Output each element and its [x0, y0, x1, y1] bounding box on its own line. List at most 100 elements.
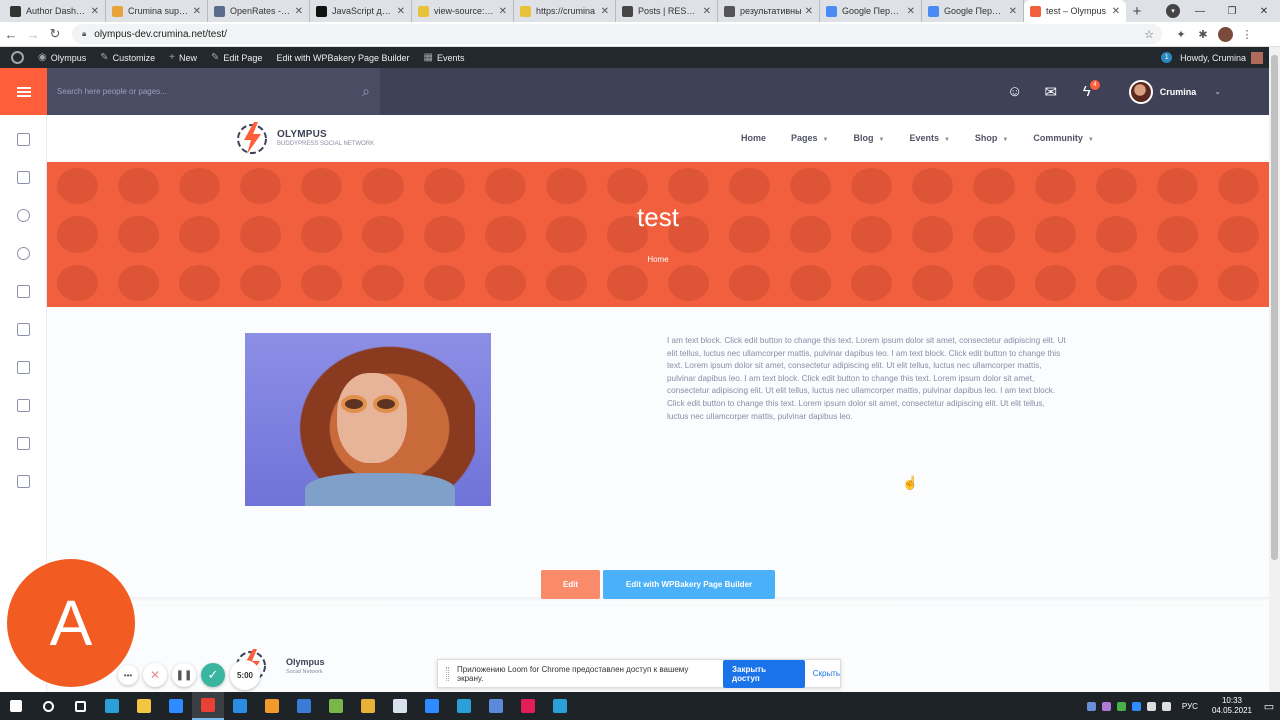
nav-item-events[interactable]: Events ▼ [909, 133, 949, 143]
tab-close-icon[interactable]: ✕ [907, 6, 915, 17]
search-icon[interactable]: ⌕ [362, 83, 370, 100]
browser-tab[interactable]: результативны ✕ [718, 0, 820, 22]
howdy-user[interactable]: Howdy, Crumina [1180, 53, 1246, 63]
tab-close-icon[interactable]: ✕ [295, 6, 303, 17]
loom-camera-bubble[interactable]: A [7, 559, 135, 687]
network-icon[interactable] [1146, 701, 1156, 711]
taskbar-save-icon[interactable] [288, 692, 320, 720]
nav-item-community[interactable]: Community ▼ [1033, 133, 1093, 143]
tray-app-icon[interactable] [1116, 701, 1126, 711]
taskbar-vscode-icon[interactable] [224, 692, 256, 720]
members-icon[interactable] [17, 247, 30, 260]
wp-customize[interactable]: ✎ Customize [93, 47, 162, 68]
page-scrollbar[interactable] [1269, 47, 1280, 692]
taskbar-zoom-2-icon[interactable] [416, 692, 448, 720]
notifications-icon[interactable]: ϟ4 [1069, 68, 1105, 115]
taskbar-zoom-icon[interactable] [160, 692, 192, 720]
nav-item-home[interactable]: Home [741, 133, 766, 143]
messages-icon[interactable]: ✉ [1033, 68, 1069, 115]
wp-site-name[interactable]: ◉ Olympus [31, 47, 93, 68]
action-center-icon[interactable]: ▭ [1258, 692, 1280, 720]
tab-close-icon[interactable]: ✕ [91, 6, 99, 17]
tray-app-icon[interactable] [1101, 701, 1111, 711]
wp-edit-wpbakery[interactable]: Edit with WPBakery Page Builder [269, 47, 416, 68]
taskbar-telegram-icon[interactable] [544, 692, 576, 720]
taskbar-start-icon[interactable] [0, 692, 32, 720]
edit-button[interactable]: Edit [541, 570, 600, 599]
taskbar-task-view-icon[interactable] [64, 692, 96, 720]
browser-tab[interactable]: Google Перевод ✕ [922, 0, 1024, 22]
user-menu[interactable]: Crumina ⌄ [1128, 79, 1221, 104]
stats-icon[interactable] [17, 399, 30, 412]
search-input[interactable]: Search here people or pages... ⌕ [47, 68, 380, 115]
friend-requests-icon[interactable]: ☺ [997, 68, 1033, 115]
forums-icon[interactable] [17, 475, 30, 488]
drag-handle-icon[interactable] [446, 666, 449, 681]
stop-sharing-button[interactable]: Закрыть доступ [722, 659, 805, 688]
loom-extension-icon[interactable]: ✱ [1192, 24, 1214, 44]
profile-avatar[interactable] [1214, 24, 1236, 44]
extensions-icon[interactable]: ✦ [1170, 24, 1192, 44]
pause-icon[interactable]: ❚❚ [172, 663, 196, 687]
language-indicator[interactable]: РУС [1182, 702, 1198, 711]
wp-user-avatar[interactable] [1251, 51, 1263, 64]
browser-tab[interactable]: view-source:http ✕ [412, 0, 514, 22]
nav-item-pages[interactable]: Pages ▼ [791, 133, 828, 143]
browser-tab[interactable]: Posts | REST API✕ [616, 0, 718, 22]
taskbar-app-orange-icon[interactable] [256, 692, 288, 720]
shop-bag-icon[interactable] [17, 437, 30, 450]
wp-events[interactable]: ▦ Events [417, 47, 472, 68]
newsfeed-icon[interactable] [17, 133, 30, 146]
taskbar-explorer-icon[interactable] [128, 692, 160, 720]
wp-new[interactable]: + New [162, 47, 204, 68]
browser-tab[interactable]: Google Перевод ✕ [820, 0, 922, 22]
tab-close-icon[interactable]: ✕ [1112, 6, 1120, 17]
tab-close-icon[interactable]: ✕ [397, 6, 405, 17]
wp-logo-icon[interactable] [0, 47, 31, 68]
olympus-logo-icon[interactable] [234, 120, 270, 156]
taskbar-slack-icon[interactable] [512, 692, 544, 720]
browser-tab[interactable]: https://crumina ✕ [514, 0, 616, 22]
tab-close-icon[interactable]: ✕ [1009, 6, 1017, 17]
taskbar-document-icon[interactable] [384, 692, 416, 720]
taskbar-window-icon[interactable] [480, 692, 512, 720]
tab-close-icon[interactable]: ✕ [703, 6, 711, 17]
finish-recording-icon[interactable]: ✓ [201, 663, 225, 687]
nav-item-shop[interactable]: Shop ▼ [975, 133, 1008, 143]
wp-notification-bubble[interactable]: 1 [1161, 52, 1173, 63]
minimize-button[interactable]: — [1184, 0, 1216, 22]
hamburger-menu-button[interactable] [0, 68, 47, 115]
browser-tab[interactable]: JavaScript для п ✕ [310, 0, 412, 22]
photos-icon[interactable] [17, 285, 30, 298]
groups-icon[interactable] [17, 361, 30, 374]
bookmark-star-icon[interactable]: ☆ [1144, 28, 1154, 41]
wp-edit-page[interactable]: ✎ Edit Page [204, 47, 269, 68]
back-icon[interactable]: ← [0, 23, 22, 45]
taskbar-chrome-icon[interactable] [192, 692, 224, 720]
browser-tab[interactable]: OpenRates - Live✕ [208, 0, 310, 22]
calendar-icon[interactable] [17, 323, 30, 336]
tab-close-icon[interactable]: ✕ [601, 6, 609, 17]
scrollbar-thumb[interactable] [1271, 55, 1278, 560]
more-options-icon[interactable]: ••• [118, 665, 138, 685]
edit-wpbakery-button[interactable]: Edit with WPBakery Page Builder [603, 570, 775, 599]
browser-tab[interactable]: Author Dashboard✕ [4, 0, 106, 22]
taskbar-edge-2-icon[interactable] [448, 692, 480, 720]
blog-icon[interactable] [17, 171, 30, 184]
taskbar-notepad-green-icon[interactable] [320, 692, 352, 720]
forward-icon[interactable]: → [22, 23, 44, 45]
tab-search-icon[interactable]: ▾ [1166, 4, 1180, 18]
tray-app-icon[interactable] [1086, 701, 1096, 711]
taskbar-search-icon[interactable] [32, 692, 64, 720]
nav-item-blog[interactable]: Blog ▼ [854, 133, 885, 143]
hide-button[interactable]: Скрыть [813, 669, 840, 678]
clock[interactable]: 10:33 04.05.2021 [1212, 696, 1252, 716]
tray-app-icon[interactable] [1131, 701, 1141, 711]
volume-icon[interactable] [1161, 701, 1171, 711]
chrome-menu-icon[interactable]: ⋮ [1236, 24, 1258, 44]
browser-tab[interactable]: Crumina support ✕ [106, 0, 208, 22]
reload-icon[interactable]: ↻ [44, 23, 66, 45]
breadcrumb[interactable]: Home [47, 255, 1269, 264]
tab-close-icon[interactable]: ✕ [499, 6, 507, 17]
browser-tab[interactable]: test – Olympus ✕ [1024, 0, 1126, 22]
